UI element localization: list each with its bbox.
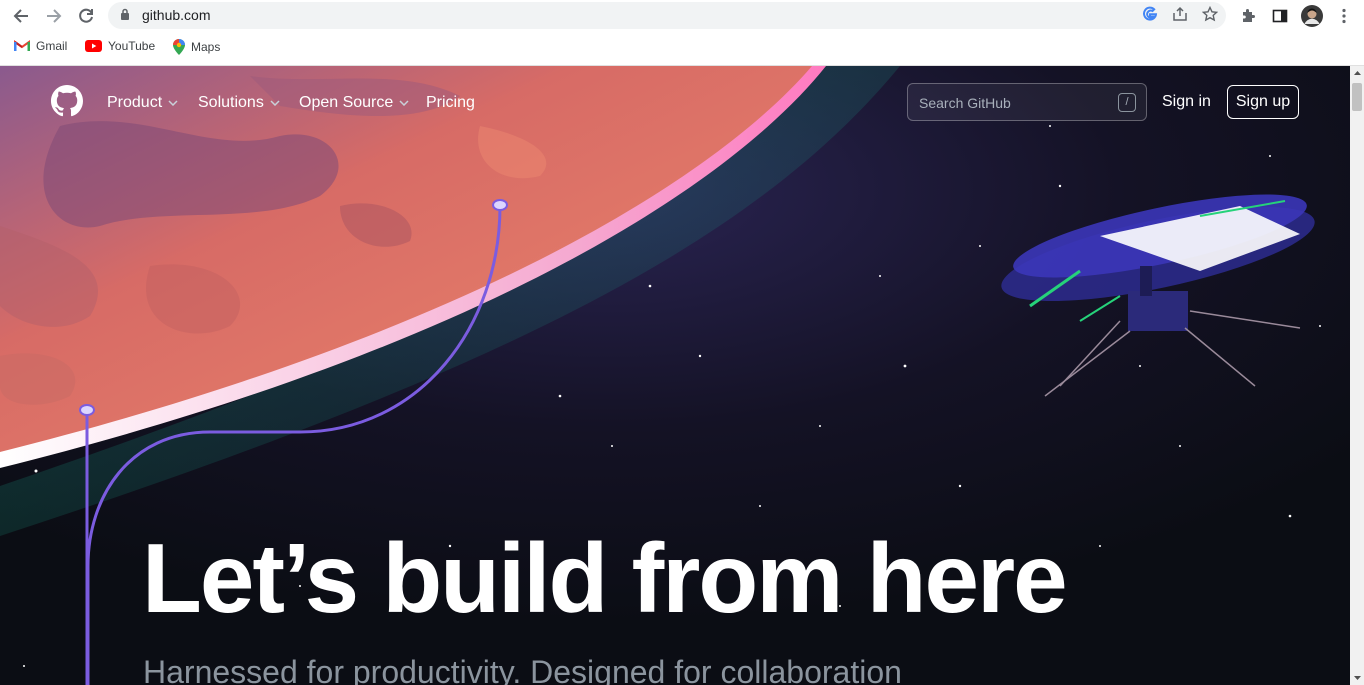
hero-subline: Harnessed for productivity. Designed for… xyxy=(143,654,902,685)
bookmarks-bar: Gmail YouTube Maps xyxy=(0,31,1364,66)
sign-in-link[interactable]: Sign in xyxy=(1162,93,1211,111)
nav-open-source-label: Open Source xyxy=(299,94,394,111)
sign-up-label: Sign up xyxy=(1235,93,1291,110)
nav-product-label: Product xyxy=(107,94,163,111)
maps-icon xyxy=(173,39,185,55)
kebab-menu-icon xyxy=(1342,8,1346,24)
scroll-down-arrow-icon xyxy=(1353,676,1361,680)
side-panel-icon xyxy=(1272,9,1288,23)
address-bar[interactable]: github.com xyxy=(108,2,1226,29)
github-homepage: Product Solutions Open Source Pricing Se… xyxy=(0,66,1350,685)
youtube-icon xyxy=(85,40,102,52)
browser-toolbar: github.com xyxy=(0,0,1364,31)
chevron-down-icon xyxy=(270,100,280,106)
chevron-down-icon xyxy=(399,100,409,106)
path-node-top xyxy=(492,199,508,211)
bookmark-youtube[interactable]: YouTube xyxy=(85,39,155,53)
forward-button[interactable] xyxy=(42,4,66,28)
share-icon[interactable] xyxy=(1172,6,1188,22)
nav-product[interactable]: Product xyxy=(107,94,178,112)
scroll-down-button[interactable] xyxy=(1350,671,1364,685)
github-logo-icon[interactable] xyxy=(51,85,83,117)
back-button[interactable] xyxy=(9,4,33,28)
star-icon[interactable] xyxy=(1202,6,1218,22)
lock-icon xyxy=(121,8,129,20)
gmail-icon xyxy=(14,40,30,51)
bookmark-gmail[interactable]: Gmail xyxy=(14,39,67,53)
nav-pricing[interactable]: Pricing xyxy=(426,94,475,112)
nav-open-source[interactable]: Open Source xyxy=(299,94,409,112)
back-arrow-icon xyxy=(13,9,28,23)
profile-avatar[interactable] xyxy=(1300,4,1324,28)
search-shortcut-key: / xyxy=(1118,93,1136,112)
scroll-up-button[interactable] xyxy=(1350,66,1364,80)
site-header: Product Solutions Open Source Pricing Se… xyxy=(0,66,1350,138)
browser-menu-button[interactable] xyxy=(1332,4,1356,28)
bookmark-label: YouTube xyxy=(108,39,156,53)
side-panel-button[interactable] xyxy=(1268,4,1292,28)
url-text: github.com xyxy=(142,7,211,23)
search-placeholder: Search GitHub xyxy=(919,95,1011,111)
page-scrollbar[interactable] xyxy=(1350,66,1364,685)
nav-solutions[interactable]: Solutions xyxy=(198,94,280,112)
reload-button[interactable] xyxy=(74,4,98,28)
forward-arrow-icon xyxy=(47,9,62,23)
sign-up-button[interactable]: Sign up xyxy=(1227,85,1299,119)
hero-headline: Let’s build from here xyxy=(142,523,1068,633)
bookmark-maps[interactable]: Maps xyxy=(173,39,220,55)
scroll-thumb[interactable] xyxy=(1352,83,1362,111)
nav-solutions-label: Solutions xyxy=(198,94,264,111)
puzzle-icon xyxy=(1243,9,1255,22)
extensions-button[interactable] xyxy=(1236,4,1260,28)
path-node-left xyxy=(79,404,95,416)
chevron-down-icon xyxy=(168,100,178,106)
google-icon[interactable] xyxy=(1142,6,1158,22)
scroll-up-arrow-icon xyxy=(1353,71,1361,75)
bookmark-label: Maps xyxy=(191,40,221,54)
reload-icon xyxy=(79,8,93,23)
nav-pricing-label: Pricing xyxy=(426,94,475,111)
bookmark-label: Gmail xyxy=(36,39,68,53)
search-input[interactable]: Search GitHub / xyxy=(907,83,1147,121)
avatar-icon xyxy=(1301,5,1323,27)
